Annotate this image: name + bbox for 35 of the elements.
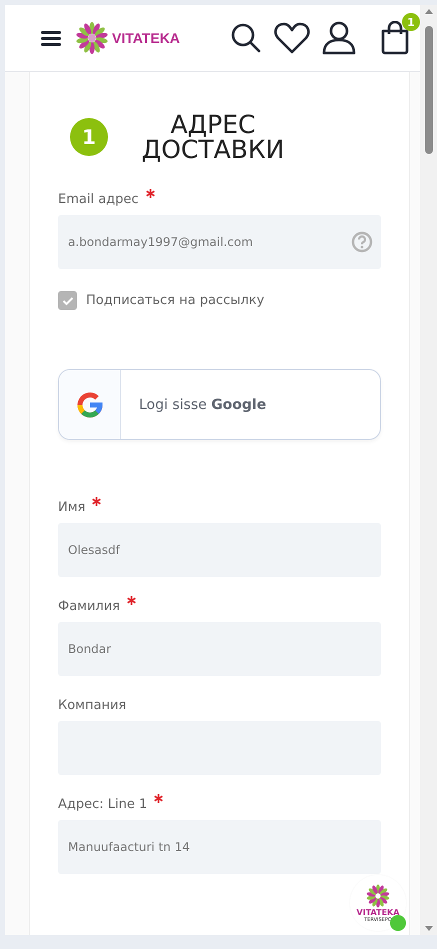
asterisk-icon [146, 189, 155, 198]
heart-icon[interactable] [274, 22, 310, 54]
asterisk-icon [154, 794, 164, 803]
field-label: Адрес: Line 1 [58, 797, 148, 812]
user-icon[interactable] [322, 21, 356, 55]
scrollbar[interactable] [420, 5, 437, 935]
cart-count-badge: 1 [402, 13, 420, 31]
flower-icon [366, 884, 390, 908]
search-icon[interactable] [230, 22, 262, 54]
field-label: Имя [58, 500, 86, 515]
bag-icon[interactable] [380, 21, 410, 55]
brand-text: VITATEKA [356, 908, 400, 916]
step-number-badge: 1 [70, 118, 108, 156]
input-field[interactable]: Olesasdf [58, 523, 381, 577]
google-sign-in-button[interactable]: Logi sisse Google [58, 369, 381, 440]
field-label: Фамилия [58, 599, 120, 614]
scroll-up-arrow-icon[interactable] [424, 9, 432, 14]
check-icon [62, 296, 74, 306]
input-field[interactable]: Manuufaacturi tn 14 [58, 820, 381, 874]
logo[interactable]: VITATEKA [75, 21, 180, 55]
asterisk-icon [92, 497, 102, 506]
scroll-down-arrow-icon[interactable] [424, 926, 432, 931]
field-label: Компания [58, 698, 126, 713]
help-icon[interactable] [351, 231, 373, 253]
field-label: Email адрес [58, 192, 139, 207]
input-field[interactable]: Bondar [58, 622, 381, 676]
menu-icon[interactable] [41, 30, 61, 46]
checkbox-label: Подписаться на рассылку [86, 293, 264, 308]
asterisk-icon [127, 596, 136, 605]
flower-icon [75, 21, 109, 55]
scrollbar-thumb[interactable] [424, 26, 432, 154]
email-field[interactable]: a.bondarmay1997@gmail.com [58, 215, 381, 269]
section-title: АДРЕС ДОСТАВКИ [140, 112, 286, 162]
newsletter-checkbox[interactable] [58, 291, 77, 310]
google-g-icon [76, 390, 104, 418]
